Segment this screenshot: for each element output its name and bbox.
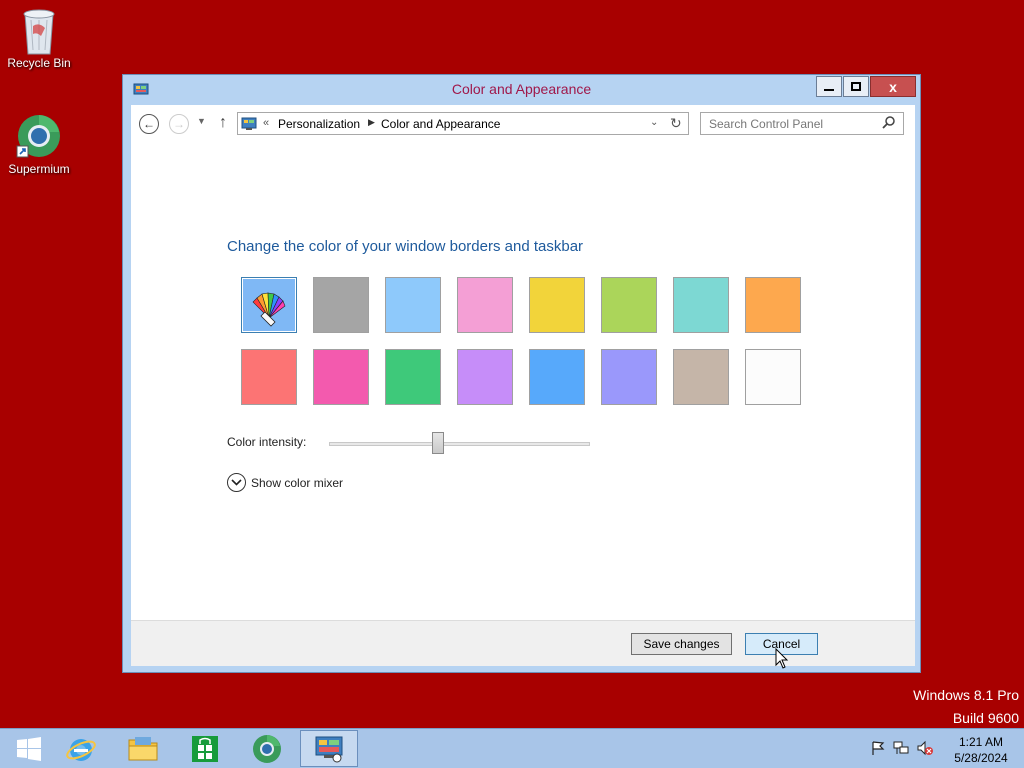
desktop-icon-recycle-bin[interactable]: Recycle Bin (1, 6, 77, 70)
color-swatch-pink[interactable] (457, 277, 513, 333)
desktop-icon-supermium[interactable]: Supermium (1, 112, 77, 176)
mouse-cursor-icon (775, 647, 789, 675)
taskbar-clock[interactable]: 1:21 AM 5/28/2024 (948, 734, 1014, 766)
color-swatch-gray[interactable] (313, 277, 369, 333)
supermium-browser-icon (15, 112, 63, 160)
window-title: Color and Appearance (451, 81, 592, 97)
desktop-icon-label: Supermium (8, 162, 70, 176)
taskbar: 1:21 AM 5/28/2024 (0, 728, 1024, 768)
dialog-footer: Save changes Cancel (131, 620, 915, 666)
color-swatch-green[interactable] (385, 349, 441, 405)
address-bar[interactable]: « Personalization ▶ Color and Appearance… (237, 112, 689, 135)
control-panel-icon (315, 736, 343, 762)
arrow-up-icon: ↑ (219, 114, 227, 131)
supermium-icon (253, 734, 281, 763)
color-swatch-lime[interactable] (601, 277, 657, 333)
close-button[interactable]: x (870, 76, 916, 97)
page-heading: Change the color of your window borders … (227, 238, 584, 255)
refresh-icon[interactable]: ↻ (670, 115, 682, 132)
recycle-bin-icon (15, 6, 63, 55)
search-icon[interactable] (882, 115, 896, 129)
color-swatch-lavender[interactable] (457, 349, 513, 405)
taskbar-file-explorer[interactable] (114, 730, 172, 767)
search-input[interactable] (700, 112, 904, 135)
watermark-build: Build 9600 (952, 710, 1019, 726)
watermark-edition: Windows 8.1 Pro (913, 687, 1019, 703)
breadcrumb-arrow-icon[interactable]: ▶ (368, 117, 375, 128)
back-button[interactable]: ← (139, 114, 159, 134)
minimize-button[interactable] (816, 76, 842, 97)
color-intensity-slider[interactable] (329, 442, 590, 446)
breadcrumb-personalization[interactable]: Personalization (278, 117, 360, 131)
up-button[interactable]: ↑ (219, 114, 227, 132)
internet-explorer-icon (66, 738, 96, 761)
chevron-down-circle-icon (227, 473, 246, 492)
maximize-icon (851, 82, 861, 91)
system-tray (870, 740, 934, 761)
volume-muted-icon[interactable] (916, 740, 934, 761)
color-swatch-periwinkle[interactable] (601, 349, 657, 405)
taskbar-supermium[interactable] (238, 730, 296, 767)
color-swatch-yellow[interactable] (529, 277, 585, 333)
taskbar-control-panel[interactable] (300, 730, 358, 767)
arrow-right-icon: → (173, 117, 185, 131)
color-swatch-sky[interactable] (385, 277, 441, 333)
color-intensity-label: Color intensity: (227, 435, 307, 449)
color-swatch-magenta[interactable] (313, 349, 369, 405)
save-changes-button[interactable]: Save changes (631, 633, 732, 655)
window-content: ← → ▼ ↑ « Personalization ▶ Color and Ap… (131, 105, 915, 666)
show-color-mixer-toggle[interactable]: Show color mixer (227, 473, 343, 492)
navigation-bar: ← → ▼ ↑ « Personalization ▶ Color and Ap… (131, 105, 915, 143)
start-button[interactable] (0, 730, 58, 767)
color-swatch-white[interactable] (745, 349, 801, 405)
color-swatch-taupe[interactable] (673, 349, 729, 405)
title-bar[interactable]: Color and Appearance x (123, 75, 920, 105)
show-color-mixer-label: Show color mixer (251, 475, 344, 490)
chevron-down-icon: ▼ (197, 116, 206, 126)
maximize-button[interactable] (843, 76, 869, 97)
color-swatch-automatic[interactable] (241, 277, 297, 333)
close-icon: x (889, 78, 897, 95)
color-palette-icon (252, 292, 286, 327)
arrow-left-icon: ← (143, 117, 155, 131)
taskbar-internet-explorer[interactable] (52, 730, 110, 767)
breadcrumb-color-appearance[interactable]: Color and Appearance (381, 117, 500, 131)
desktop-icon-label: Recycle Bin (7, 56, 71, 70)
windows-logo-icon (17, 736, 41, 761)
color-swatch-orange[interactable] (745, 277, 801, 333)
color-intensity-slider-thumb[interactable] (432, 432, 444, 454)
breadcrumb-overflow[interactable]: « (263, 117, 269, 129)
control-panel-icon (241, 116, 257, 132)
clock-time: 1:21 AM (958, 735, 1004, 749)
windows-version-watermark: Windows 8.1 Pro Build 9600 (913, 684, 1019, 730)
color-swatch-teal[interactable] (673, 277, 729, 333)
color-swatch-blue[interactable] (529, 349, 585, 405)
store-icon (192, 735, 218, 762)
file-explorer-icon (128, 736, 158, 760)
recent-locations-button[interactable]: ▼ (197, 116, 206, 126)
address-dropdown-icon[interactable]: ⌄ (650, 117, 658, 128)
forward-button[interactable]: → (169, 114, 189, 134)
flag-icon[interactable] (870, 740, 886, 761)
network-icon[interactable] (892, 740, 910, 761)
clock-date: 5/28/2024 (954, 751, 1008, 765)
minimize-icon (824, 88, 834, 91)
color-swatch-salmon[interactable] (241, 349, 297, 405)
color-appearance-window: Color and Appearance x ← → ▼ ↑ « Persona… (122, 74, 921, 673)
taskbar-store[interactable] (176, 730, 234, 767)
